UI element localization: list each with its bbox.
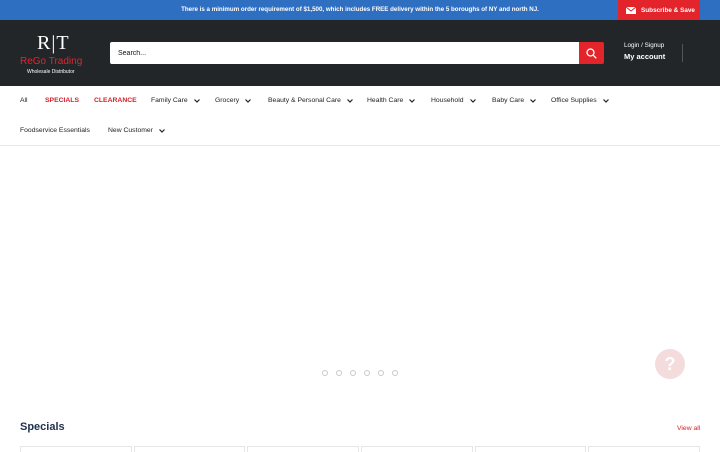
nav-label: Family Care (151, 97, 188, 104)
mail-icon (626, 6, 636, 14)
slide-dot[interactable] (322, 370, 328, 376)
account-menu[interactable]: Login / Signup My account (624, 42, 665, 61)
subscribe-label: Subscribe & Save (641, 6, 695, 14)
product-card[interactable] (474, 446, 587, 452)
nav-item-foodservice-essentials[interactable]: Foodservice Essentials (20, 127, 90, 134)
specials-product-row (20, 446, 701, 452)
chevron-down-icon (159, 128, 165, 133)
chevron-down-icon (346, 98, 353, 103)
nav-item-clearance[interactable]: CLEARANCE (94, 97, 137, 104)
main-nav: All SPECIALS CLEARANCE Family Care Groce… (0, 86, 720, 146)
slide-dot[interactable] (336, 370, 342, 376)
specials-heading: Specials (20, 421, 65, 433)
chevron-down-icon (409, 98, 416, 103)
product-card[interactable] (133, 446, 246, 452)
logo-mark: R|T (37, 32, 70, 54)
slide-dot[interactable] (350, 370, 356, 376)
my-account-link[interactable]: My account (624, 52, 665, 61)
nav-label: SPECIALS (45, 97, 79, 104)
nav-item-family-care[interactable]: Family Care (151, 97, 200, 104)
announcement-bar: There is a minimum order requirement of … (0, 0, 720, 20)
slideshow-pagination (322, 370, 398, 376)
logo-name: ReGo Trading (20, 56, 83, 67)
nav-item-household[interactable]: Household (431, 97, 476, 104)
chevron-down-icon (245, 98, 252, 103)
site-header: R|T ReGo Trading Wholesale Distributor L… (0, 20, 720, 86)
product-card[interactable] (361, 446, 473, 452)
product-card[interactable] (247, 446, 360, 452)
nav-item-baby-care[interactable]: Baby Care (492, 97, 537, 104)
announcement-text: There is a minimum order requirement of … (181, 6, 539, 13)
logo[interactable]: R|T ReGo Trading Wholesale Distributor (20, 32, 92, 78)
product-card[interactable] (20, 446, 132, 452)
nav-item-beauty-personal-care[interactable]: Beauty & Personal Care (268, 97, 353, 104)
nav-label: Beauty & Personal Care (268, 97, 341, 104)
question-icon: ? (664, 353, 676, 374)
nav-label: Grocery (215, 97, 240, 104)
nav-item-health-care[interactable]: Health Care (367, 97, 416, 104)
nav-label: Baby Care (492, 97, 525, 104)
slide-dot[interactable] (378, 370, 384, 376)
nav-item-all[interactable]: All (20, 97, 28, 104)
header-divider (682, 44, 683, 62)
nav-label: All (20, 97, 28, 104)
chevron-down-icon (469, 98, 476, 103)
nav-label: Foodservice Essentials (20, 127, 90, 134)
nav-item-new-customer[interactable]: New Customer (108, 127, 165, 134)
nav-label: Health Care (367, 97, 404, 104)
slide-dot[interactable] (392, 370, 398, 376)
help-button[interactable]: ? (655, 349, 685, 379)
search-box (110, 42, 579, 65)
nav-label: CLEARANCE (94, 97, 137, 104)
chevron-down-icon (193, 98, 200, 103)
product-card[interactable] (588, 446, 701, 452)
nav-item-office-supplies[interactable]: Office Supplies (551, 97, 609, 104)
search-input[interactable] (110, 42, 579, 65)
nav-label: New Customer (108, 127, 153, 134)
nav-label: Household (431, 97, 464, 104)
nav-item-specials[interactable]: SPECIALS (45, 97, 79, 104)
search-icon (586, 47, 597, 59)
chevron-down-icon (530, 98, 537, 103)
logo-tagline: Wholesale Distributor (27, 69, 75, 75)
view-all-link[interactable]: View all (677, 425, 700, 432)
search-button[interactable] (579, 42, 604, 64)
subscribe-button[interactable]: Subscribe & Save (618, 0, 700, 20)
chevron-down-icon (602, 98, 609, 103)
slide-dot[interactable] (364, 370, 370, 376)
nav-label: Office Supplies (551, 97, 597, 104)
nav-item-grocery[interactable]: Grocery (215, 97, 252, 104)
login-signup-link[interactable]: Login / Signup (624, 42, 665, 49)
